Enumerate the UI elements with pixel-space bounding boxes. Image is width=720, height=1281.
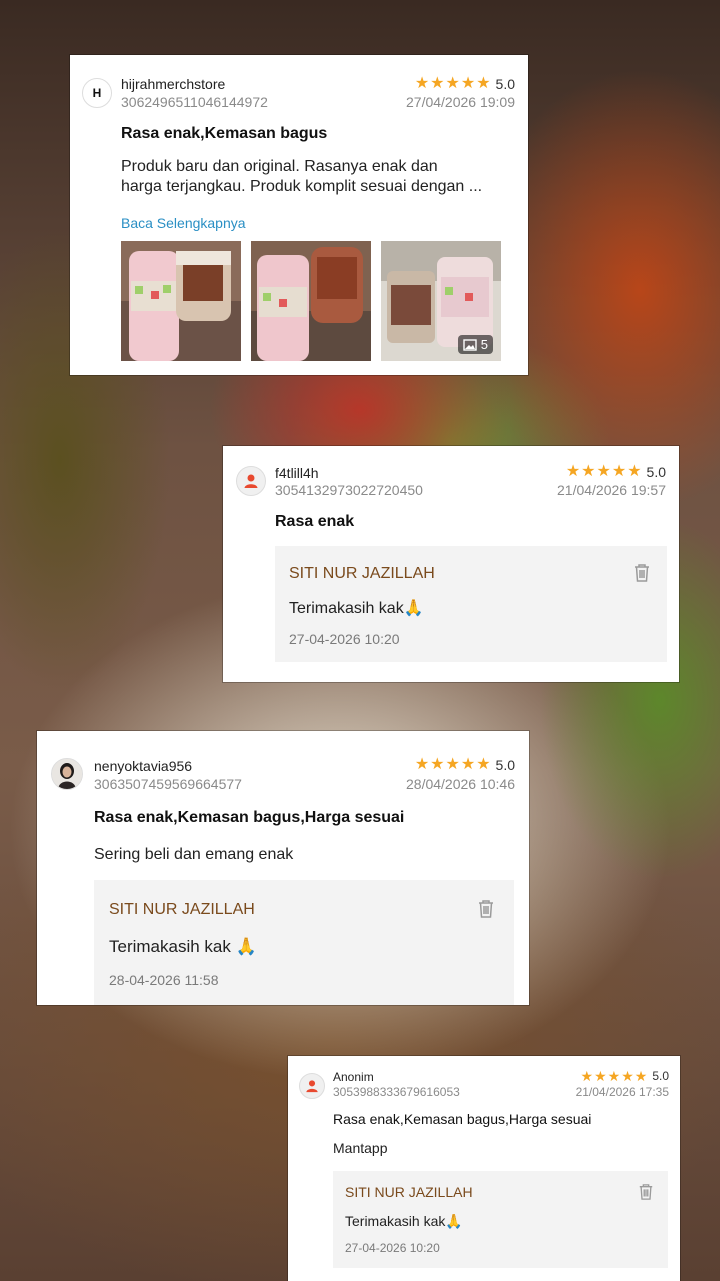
rating-value: 5.0 (495, 76, 515, 92)
stars-icon: ★★★★★ (414, 756, 492, 773)
default-user-icon-glyph (306, 1080, 318, 1093)
trash-icon[interactable] (633, 563, 651, 583)
review-photo-3[interactable]: 5 (381, 241, 501, 361)
review-title: Rasa enak,Kemasan bagus (121, 125, 328, 142)
default-user-icon[interactable] (236, 466, 266, 496)
photo-count-badge[interactable]: 5 (457, 335, 493, 354)
seller-reply: SITI NUR JAZILLAH Terimakasih kak🙏 27-04… (275, 546, 667, 662)
rating-value: 5.0 (646, 464, 666, 480)
default-user-icon-glyph (244, 474, 258, 488)
star-rating: ★★★★★ 5.0 (414, 75, 515, 93)
review-date: 27/04/2026 19:09 (406, 94, 515, 110)
seller-reply-date: 27-04-2026 10:20 (289, 631, 400, 647)
review-title: Rasa enak (275, 513, 355, 530)
review-date: 21/04/2026 19:57 (557, 482, 666, 498)
seller-reply: SITI NUR JAZILLAH Terimakasih kak🙏 27-04… (333, 1171, 668, 1268)
rating-value: 5.0 (495, 757, 515, 773)
review-photo-2[interactable] (251, 241, 371, 361)
photo-2-image (251, 241, 371, 361)
review-text: Sering beli dan emang enak (94, 846, 294, 863)
star-rating: ★★★★★ 5.0 (581, 1069, 669, 1083)
seller-reply-text: Terimakasih kak🙏 (345, 1213, 463, 1229)
user-photo-avatar-icon[interactable] (51, 758, 83, 790)
review-text-line-2: harga terjangkau. Produk komplit sesuai … (121, 178, 483, 195)
review-username[interactable]: hijrahmerchstore (121, 76, 225, 92)
photo-1-image (121, 241, 241, 361)
read-more-link[interactable]: Baca Selengkapnya (121, 215, 246, 231)
review-card-4: Anonim 3053988333679616053 ★★★★★ 5.0 21/… (288, 1056, 680, 1281)
seller-reply-text: Terimakasih kak 🙏 (109, 937, 257, 956)
review-card-3: nenyoktavia956 3063507459569664577 ★★★★★… (37, 731, 529, 1005)
review-title: Rasa enak,Kemasan bagus,Harga sesuai (94, 809, 405, 826)
seller-reply-date: 28-04-2026 11:58 (109, 972, 219, 988)
review-order-id: 3063507459569664577 (94, 776, 242, 792)
review-text: Mantapp (333, 1140, 388, 1156)
photo-count: 5 (480, 337, 488, 352)
review-order-id: 3053988333679616053 (333, 1085, 460, 1099)
star-rating: ★★★★★ 5.0 (565, 463, 666, 481)
review-card-2: f4tlill4h 3054132973022720450 ★★★★★ 5.0 … (223, 446, 679, 682)
default-user-icon[interactable] (299, 1073, 325, 1099)
stars-icon: ★★★★★ (580, 1068, 649, 1084)
review-text-line-1: Produk baru dan original. Rasanya enak d… (121, 158, 438, 175)
image-stack-icon (463, 338, 477, 351)
star-rating: ★★★★★ 5.0 (414, 756, 515, 774)
stars-icon: ★★★★★ (414, 75, 492, 92)
seller-name: SITI NUR JAZILLAH (289, 565, 435, 582)
review-title: Rasa enak,Kemasan bagus,Harga sesuai (333, 1111, 592, 1127)
review-card-1: H hijrahmerchstore 3062496511046144972 ★… (70, 55, 528, 375)
seller-reply-text: Terimakasih kak🙏 (289, 600, 424, 617)
review-username[interactable]: f4tlill4h (275, 465, 319, 481)
review-order-id: 3062496511046144972 (121, 94, 268, 110)
review-date: 28/04/2026 10:46 (406, 776, 515, 792)
seller-reply-date: 27-04-2026 10:20 (345, 1241, 440, 1255)
store-avatar-icon[interactable]: H (82, 78, 112, 108)
trash-icon[interactable] (477, 899, 495, 919)
rating-value: 5.0 (652, 1069, 669, 1083)
seller-name: SITI NUR JAZILLAH (345, 1184, 473, 1200)
review-username[interactable]: nenyoktavia956 (94, 758, 192, 774)
seller-reply: SITI NUR JAZILLAH Terimakasih kak 🙏 28-0… (94, 880, 514, 1005)
review-order-id: 3054132973022720450 (275, 482, 423, 498)
user-photo-avatar-image (52, 759, 82, 789)
seller-name: SITI NUR JAZILLAH (109, 901, 255, 918)
stars-icon: ★★★★★ (565, 463, 643, 480)
review-photo-1[interactable] (121, 241, 241, 361)
review-date: 21/04/2026 17:35 (575, 1085, 669, 1099)
trash-icon[interactable] (638, 1183, 654, 1201)
review-username[interactable]: Anonim (333, 1070, 374, 1084)
